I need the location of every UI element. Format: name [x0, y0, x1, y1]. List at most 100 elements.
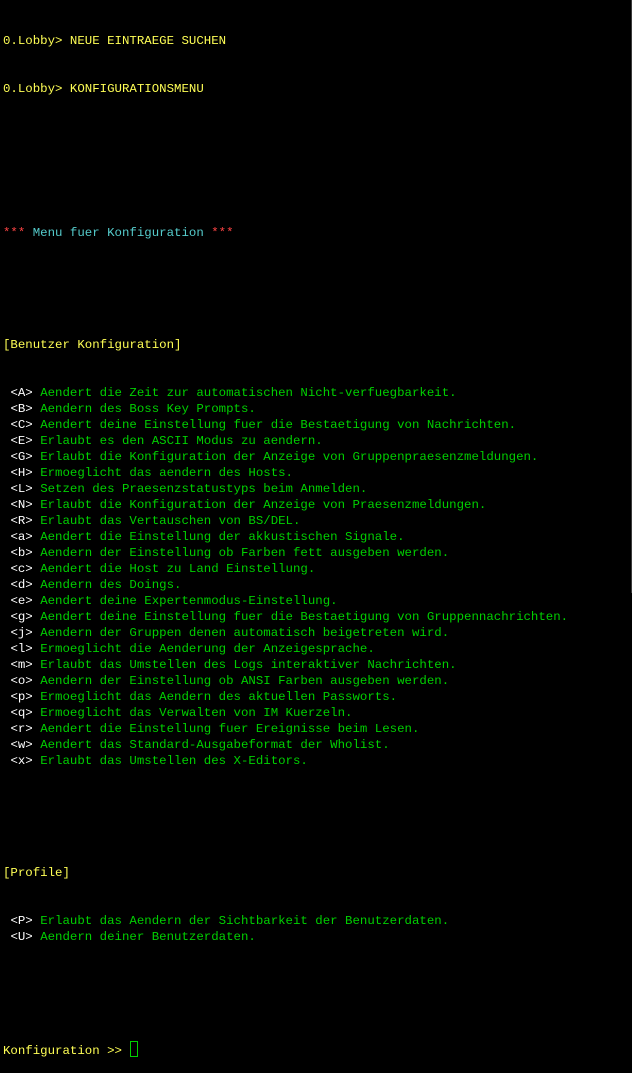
menu-item-description: Erlaubt das Umstellen des X-Editors.: [40, 754, 308, 768]
menu-item-description: Erlaubt die Konfiguration der Anzeige vo…: [40, 450, 539, 464]
menu-item-key: <H>: [10, 466, 33, 480]
menu-item-key: <j>: [10, 626, 33, 640]
menu-title-text: Menu fuer Konfiguration: [25, 226, 212, 240]
menu-item-key: <A>: [10, 386, 33, 400]
menu-item-key: <r>: [10, 722, 33, 736]
menu-item-key: <m>: [10, 658, 33, 672]
menu-list-profile: <P> Erlaubt das Aendern der Sichtbarkeit…: [3, 913, 631, 945]
menu-item-key: <G>: [10, 450, 33, 464]
menu-item-key: <l>: [10, 642, 33, 656]
menu-item-key: <q>: [10, 706, 33, 720]
menu-item[interactable]: <N> Erlaubt die Konfiguration der Anzeig…: [3, 497, 631, 513]
menu-item[interactable]: <g> Aendert deine Einstellung fuer die B…: [3, 609, 631, 625]
menu-item-description: Aendert die Host zu Land Einstellung.: [40, 562, 316, 576]
menu-item[interactable]: <l> Ermoeglicht die Aenderung der Anzeig…: [3, 641, 631, 657]
menu-item-description: Erlaubt es den ASCII Modus zu aendern.: [40, 434, 323, 448]
menu-item-description: Aendert deine Einstellung fuer die Besta…: [40, 418, 517, 432]
menu-item-description: Ermoeglicht das Aendern des aktuellen Pa…: [40, 690, 398, 704]
section-header-benutzer-konfiguration: [Benutzer Konfiguration]: [3, 338, 182, 352]
menu-item-key: <w>: [10, 738, 33, 752]
menu-item[interactable]: <r> Aendert die Einstellung fuer Ereigni…: [3, 721, 631, 737]
menu-item[interactable]: <w> Aendert das Standard-Ausgabeformat d…: [3, 737, 631, 753]
menu-item[interactable]: <G> Erlaubt die Konfiguration der Anzeig…: [3, 449, 631, 465]
menu-item[interactable]: <a> Aendert die Einstellung der akkustis…: [3, 529, 631, 545]
menu-item[interactable]: <U> Aendern deiner Benutzerdaten.: [3, 929, 631, 945]
menu-item-description: Aendern des Doings.: [40, 578, 182, 592]
menu-item-description: Aendert deine Einstellung fuer die Besta…: [40, 610, 569, 624]
menu-item-key: <E>: [10, 434, 33, 448]
menu-item[interactable]: <p> Ermoeglicht das Aendern des aktuelle…: [3, 689, 631, 705]
history-line: 0.Lobby> NEUE EINTRAEGE SUCHEN: [3, 34, 227, 48]
prompt-label: Konfiguration >>: [3, 1044, 130, 1057]
menu-item-description: Erlaubt das Umstellen des Logs interakti…: [40, 658, 457, 672]
menu-item-key: <P>: [10, 914, 33, 928]
menu-item[interactable]: <o> Aendern der Einstellung ob ANSI Farb…: [3, 673, 631, 689]
text-cursor[interactable]: [130, 1041, 139, 1057]
menu-item-description: Ermoeglicht das Verwalten von IM Kuerzel…: [40, 706, 353, 720]
menu-item[interactable]: <q> Ermoeglicht das Verwalten von IM Kue…: [3, 705, 631, 721]
menu-item-description: Aendern der Einstellung ob ANSI Farben a…: [40, 674, 450, 688]
menu-item[interactable]: <H> Ermoeglicht das aendern des Hosts.: [3, 465, 631, 481]
menu-item[interactable]: <c> Aendert die Host zu Land Einstellung…: [3, 561, 631, 577]
menu-item-description: Setzen des Praesenzstatustyps beim Anmel…: [40, 482, 368, 496]
menu-item-description: Aendern der Einstellung ob Farben fett a…: [40, 546, 450, 560]
menu-item-key: <e>: [10, 594, 33, 608]
menu-item[interactable]: <A> Aendert die Zeit zur automatischen N…: [3, 385, 631, 401]
menu-item-key: <U>: [10, 930, 33, 944]
menu-item-description: Ermoeglicht die Aenderung der Anzeigespr…: [40, 642, 375, 656]
menu-item-key: <x>: [10, 754, 33, 768]
menu-title-stars-right: ***: [211, 226, 234, 240]
menu-item[interactable]: <x> Erlaubt das Umstellen des X-Editors.: [3, 753, 631, 769]
terminal-window[interactable]: 0.Lobby> NEUE EINTRAEGE SUCHEN 0.Lobby> …: [0, 0, 632, 1057]
menu-item-key: <c>: [10, 562, 33, 576]
menu-item-description: Aendert das Standard-Ausgabeformat der W…: [40, 738, 390, 752]
command-prompt[interactable]: Konfiguration >>: [3, 1041, 631, 1057]
menu-title-stars-left: ***: [3, 226, 26, 240]
menu-item[interactable]: <L> Setzen des Praesenzstatustyps beim A…: [3, 481, 631, 497]
section-header-profile: [Profile]: [3, 866, 70, 880]
menu-item[interactable]: <C> Aendert deine Einstellung fuer die B…: [3, 417, 631, 433]
menu-item[interactable]: <e> Aendert deine Expertenmodus-Einstell…: [3, 593, 631, 609]
menu-item[interactable]: <d> Aendern des Doings.: [3, 577, 631, 593]
menu-item-description: Ermoeglicht das aendern des Hosts.: [40, 466, 293, 480]
menu-item-key: <C>: [10, 418, 33, 432]
menu-item-description: Aendern der Gruppen denen automatisch be…: [40, 626, 450, 640]
menu-item-key: <R>: [10, 514, 33, 528]
menu-item[interactable]: <m> Erlaubt das Umstellen des Logs inter…: [3, 657, 631, 673]
menu-item-key: <g>: [10, 610, 33, 624]
menu-item[interactable]: <B> Aendern des Boss Key Prompts.: [3, 401, 631, 417]
menu-item-key: <a>: [10, 530, 33, 544]
menu-item[interactable]: <j> Aendern der Gruppen denen automatisc…: [3, 625, 631, 641]
history-line: 0.Lobby> KONFIGURATIONSMENU: [3, 82, 204, 96]
menu-item-key: <d>: [10, 578, 33, 592]
menu-item-key: <b>: [10, 546, 33, 560]
menu-item-description: Aendert die Einstellung fuer Ereignisse …: [40, 722, 420, 736]
menu-item-description: Aendert deine Expertenmodus-Einstellung.: [40, 594, 338, 608]
menu-title: *** Menu fuer Konfiguration ***: [3, 225, 631, 241]
menu-item[interactable]: <b> Aendern der Einstellung ob Farben fe…: [3, 545, 631, 561]
menu-item[interactable]: <R> Erlaubt das Vertauschen von BS/DEL.: [3, 513, 631, 529]
menu-item-description: Aendert die Einstellung der akkustischen…: [40, 530, 405, 544]
menu-item-description: Erlaubt das Aendern der Sichtbarkeit der…: [40, 914, 450, 928]
menu-item[interactable]: <P> Erlaubt das Aendern der Sichtbarkeit…: [3, 913, 631, 929]
menu-item[interactable]: <E> Erlaubt es den ASCII Modus zu aender…: [3, 433, 631, 449]
menu-item-description: Aendern des Boss Key Prompts.: [40, 402, 256, 416]
menu-item-key: <L>: [10, 482, 33, 496]
menu-item-description: Aendern deiner Benutzerdaten.: [40, 930, 256, 944]
